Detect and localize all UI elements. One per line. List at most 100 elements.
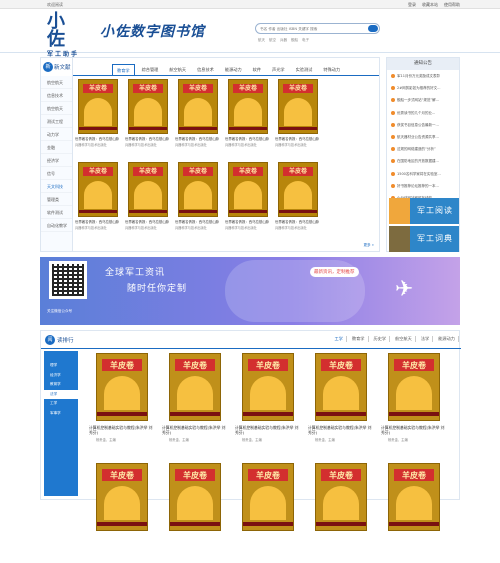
military-reading-banner[interactable]: 军工阅读 bbox=[389, 198, 459, 224]
book-title[interactable]: 世界著名情报：西乌拉基山脉 bbox=[73, 137, 121, 142]
category-tab[interactable]: 能源动力 bbox=[221, 64, 246, 75]
book-card[interactable]: 羊皮卷 世界著名情报：西乌拉基山脉 兵器科学与技术出版社 bbox=[73, 79, 123, 156]
book-title[interactable]: 计算机控制基础实验与教程(朱洪举 刘秀芬) bbox=[86, 425, 156, 435]
book-card[interactable]: 羊皮卷 世界著名情报：西乌拉基山脉 兵器科学与技术出版社 bbox=[173, 79, 223, 156]
notice-item[interactable]: 军11月份万元奖励成文表彰 bbox=[387, 70, 459, 82]
book-cover[interactable]: 羊皮卷 bbox=[242, 353, 294, 421]
notice-item[interactable]: 获奖书目信息公告最新一... bbox=[387, 119, 459, 131]
more-link[interactable]: 更多 » bbox=[363, 243, 374, 248]
book-cover[interactable]: 羊皮卷 bbox=[169, 463, 221, 531]
book-cover[interactable]: 羊皮卷 bbox=[278, 79, 318, 134]
notice-item[interactable]: 航天器材业公告资源共享... bbox=[387, 131, 459, 143]
help-link[interactable]: 使用帮助 bbox=[444, 2, 460, 8]
category-tab[interactable]: 信息技术 bbox=[193, 64, 218, 75]
book-title[interactable]: 世界著名情报：西乌拉基山脉 bbox=[173, 137, 221, 142]
search-button[interactable] bbox=[368, 25, 378, 32]
ranking-book-card[interactable]: 羊皮卷 计算机控制基础实验与教程(朱洪举 刘秀芬) 杨贵金，主编 bbox=[305, 353, 378, 453]
category-tab[interactable]: 特殊动力 bbox=[319, 64, 344, 75]
book-title[interactable]: 世界著名情报：西乌拉基山脉 bbox=[123, 137, 171, 142]
book-card[interactable]: 羊皮卷 世界著名情报：西乌拉基山脉 兵器科学与技术出版社 bbox=[73, 162, 123, 239]
ranking-book-card[interactable]: 羊皮卷 bbox=[378, 463, 451, 563]
sidebar-item[interactable]: 软件测试 bbox=[41, 206, 72, 219]
book-card[interactable]: 羊皮卷 世界著名情报：西乌拉基山脉 兵器科学与技术出版社 bbox=[223, 162, 273, 239]
bookmark-link[interactable]: 收藏本站 bbox=[422, 2, 438, 8]
sidebar-item[interactable]: 自动化教学 bbox=[41, 219, 72, 232]
sidebar-item[interactable]: 金融 bbox=[41, 141, 72, 154]
hotword[interactable]: 航空 bbox=[269, 38, 276, 43]
category-tab[interactable]: 声光学 bbox=[268, 64, 289, 75]
search-input[interactable] bbox=[260, 24, 365, 33]
book-cover[interactable]: 羊皮卷 bbox=[128, 79, 168, 134]
category-tab[interactable]: 软件 bbox=[249, 64, 265, 75]
ranking-sidebar-item[interactable]: 工学 bbox=[44, 399, 78, 409]
book-title[interactable]: 计算机控制基础实验与教程(朱洪举 刘秀芬) bbox=[378, 425, 448, 435]
notice-item[interactable]: 2#网剪影如为推荐的好文... bbox=[387, 82, 459, 94]
book-title[interactable]: 世界著名情报：西乌拉基山脉 bbox=[223, 137, 271, 142]
sidebar-item[interactable]: 信号 bbox=[41, 167, 72, 180]
hotword[interactable]: 电子 bbox=[302, 38, 309, 43]
book-cover[interactable]: 羊皮卷 bbox=[388, 353, 440, 421]
book-title[interactable]: 计算机控制基础实验与教程(朱洪举 刘秀芬) bbox=[232, 425, 302, 435]
book-cover[interactable]: 羊皮卷 bbox=[78, 162, 118, 217]
book-cover[interactable]: 羊皮卷 bbox=[228, 79, 268, 134]
sidebar-item[interactable]: 管理类 bbox=[41, 193, 72, 206]
book-cover[interactable]: 羊皮卷 bbox=[178, 79, 218, 134]
ranking-tab[interactable]: 工学 bbox=[332, 336, 347, 342]
military-dictionary-banner[interactable]: 军工词典 bbox=[389, 226, 459, 252]
book-cover[interactable]: 羊皮卷 bbox=[169, 353, 221, 421]
ranking-tab[interactable]: 航空航天 bbox=[392, 336, 416, 342]
book-title[interactable]: 世界著名情报：西乌拉基山脉 bbox=[273, 137, 321, 142]
hotword[interactable]: 兵器 bbox=[280, 38, 287, 43]
promo-banner[interactable]: 关注微信公众号 全球军工资讯 随时任你定制 最新资讯，定制推荐 ✈ bbox=[40, 257, 460, 325]
book-cover[interactable]: 羊皮卷 bbox=[315, 463, 367, 531]
book-title[interactable]: 世界著名情报：西乌拉基山脉 bbox=[173, 220, 221, 225]
category-tab[interactable]: 实验测试 bbox=[292, 64, 317, 75]
book-cover[interactable]: 羊皮卷 bbox=[178, 162, 218, 217]
sidebar-item[interactable]: 天文科技 bbox=[41, 180, 72, 193]
ranking-tab[interactable]: 能源动力 bbox=[435, 336, 459, 342]
sidebar-item[interactable]: 动力学 bbox=[41, 128, 72, 141]
sidebar-item[interactable]: 信息技术 bbox=[41, 89, 72, 102]
book-card[interactable]: 羊皮卷 世界著名情报：西乌拉基山脉 兵器科学与技术出版社 bbox=[273, 79, 323, 156]
book-cover[interactable]: 羊皮卷 bbox=[228, 162, 268, 217]
ranking-tab[interactable]: 法学 bbox=[418, 336, 434, 342]
notice-item[interactable]: 这规的网络建造的“分析” bbox=[387, 143, 459, 155]
book-card[interactable]: 羊皮卷 世界著名情报：西乌拉基山脉 兵器科学与技术出版社 bbox=[223, 79, 273, 156]
sidebar-item[interactable]: 经济学 bbox=[41, 154, 72, 167]
ranking-book-card[interactable]: 羊皮卷 计算机控制基础实验与教程(朱洪举 刘秀芬) 杨贵金，主编 bbox=[378, 353, 451, 453]
book-cover[interactable]: 羊皮卷 bbox=[128, 162, 168, 217]
sidebar-item[interactable]: 航空航天 bbox=[41, 102, 72, 115]
ranking-sidebar-item[interactable]: 经济学 bbox=[44, 371, 78, 381]
book-cover[interactable]: 羊皮卷 bbox=[388, 463, 440, 531]
ranking-book-card[interactable]: 羊皮卷 bbox=[305, 463, 378, 563]
book-title[interactable]: 世界著名情报：西乌拉基山脉 bbox=[223, 220, 271, 225]
notice-item[interactable]: 舰船一步式网站“规范”解... bbox=[387, 94, 459, 106]
book-title[interactable]: 世界著名情报：西乌拉基山脉 bbox=[73, 220, 121, 225]
book-title[interactable]: 计算机控制基础实验与教程(朱洪举 刘秀芬) bbox=[159, 425, 229, 435]
book-cover[interactable]: 羊皮卷 bbox=[242, 463, 294, 531]
ranking-book-card[interactable]: 羊皮卷 计算机控制基础实验与教程(朱洪举 刘秀芬) 杨贵金，主编 bbox=[232, 353, 305, 453]
ranking-sidebar-item[interactable]: 法学 bbox=[44, 389, 78, 399]
notice-item[interactable]: 优秀读书的几个月的业... bbox=[387, 107, 459, 119]
ranking-tab[interactable]: 教育学 bbox=[349, 336, 369, 342]
sidebar-item[interactable]: 测试工程 bbox=[41, 115, 72, 128]
category-tab[interactable]: 航空航天 bbox=[165, 64, 190, 75]
book-card[interactable]: 羊皮卷 世界著名情报：西乌拉基山脉 兵器科学与技术出版社 bbox=[173, 162, 223, 239]
book-cover[interactable]: 羊皮卷 bbox=[96, 463, 148, 531]
book-title[interactable]: 世界著名情报：西乌拉基山脉 bbox=[123, 220, 171, 225]
notice-item[interactable]: 1500名科学家将在实验室... bbox=[387, 168, 459, 180]
ranking-sidebar-item[interactable]: 理学 bbox=[44, 361, 78, 371]
hotword[interactable]: 航天 bbox=[258, 38, 265, 43]
sidebar-item[interactable]: 航空航天 bbox=[41, 76, 72, 89]
ranking-tab[interactable]: 历史学 bbox=[371, 336, 391, 342]
book-title[interactable]: 计算机控制基础实验与教程(朱洪举 刘秀芬) bbox=[305, 425, 375, 435]
notice-item[interactable]: 好书推荐论坛推荐的一本... bbox=[387, 180, 459, 192]
hotword[interactable]: 舰船 bbox=[291, 38, 298, 43]
ranking-book-card[interactable]: 羊皮卷 bbox=[232, 463, 305, 563]
ranking-book-card[interactable]: 羊皮卷 计算机控制基础实验与教程(朱洪举 刘秀芬) 杨贵金，主编 bbox=[159, 353, 232, 453]
logo[interactable]: 小佐 军工助手 bbox=[47, 13, 79, 59]
book-title[interactable]: 世界著名情报：西乌拉基山脉 bbox=[273, 220, 321, 225]
ranking-book-card[interactable]: 羊皮卷 bbox=[159, 463, 232, 563]
ranking-book-card[interactable]: 羊皮卷 bbox=[86, 463, 159, 563]
book-cover[interactable]: 羊皮卷 bbox=[96, 353, 148, 421]
